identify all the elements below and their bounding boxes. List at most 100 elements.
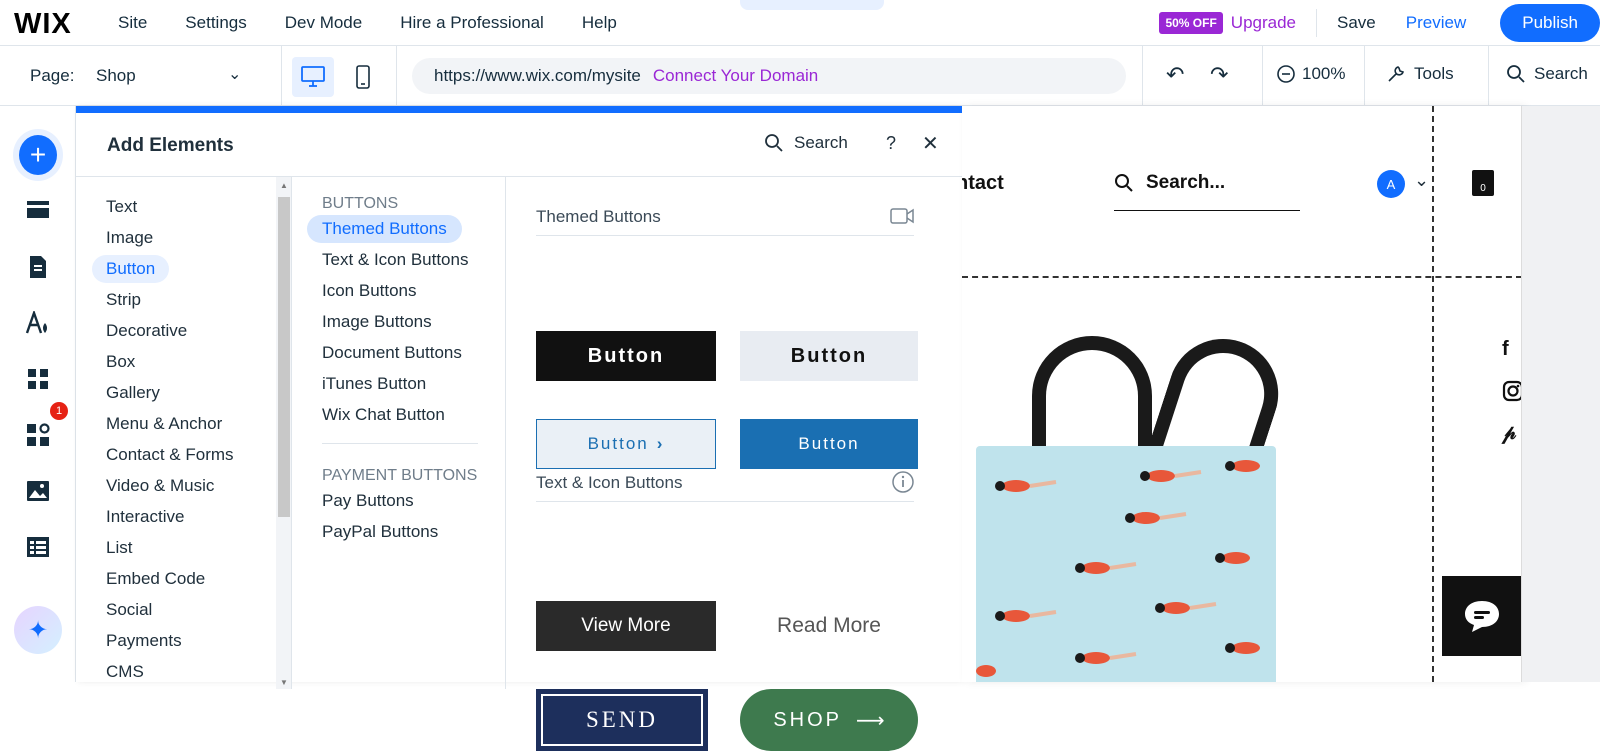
toolbar-search-button[interactable]: Search xyxy=(1506,64,1588,84)
menu-site[interactable]: Site xyxy=(118,13,147,33)
product-image[interactable] xyxy=(976,446,1276,682)
theme-icon xyxy=(25,311,47,334)
category-item[interactable]: Box xyxy=(92,348,149,376)
upgrade-link[interactable]: Upgrade xyxy=(1231,13,1296,33)
site-url: https://www.wix.com/mysite xyxy=(434,66,641,85)
themed-button-preview[interactable]: Button › xyxy=(536,419,716,469)
avatar[interactable]: A xyxy=(1377,170,1405,198)
subcategory-item[interactable]: Themed Buttons xyxy=(307,215,462,243)
site-nav-item[interactable]: ntact xyxy=(962,172,1004,195)
url-bar: https://www.wix.com/mysite Connect Your … xyxy=(412,58,1126,94)
category-item[interactable]: Button xyxy=(92,255,170,283)
category-item[interactable]: List xyxy=(92,534,146,562)
chat-button[interactable] xyxy=(1442,576,1521,656)
instagram-icon[interactable] xyxy=(1502,380,1522,402)
category-item[interactable]: Social xyxy=(92,596,166,624)
publish-button[interactable]: Publish xyxy=(1500,4,1600,42)
scroll-down-icon[interactable]: ▼ xyxy=(280,678,288,687)
zoom-control[interactable]: 100% xyxy=(1276,64,1345,84)
category-scrollbar[interactable]: ▲ ▼ xyxy=(276,177,292,689)
subcategory-item[interactable]: PayPal Buttons xyxy=(307,518,453,546)
divider xyxy=(1488,46,1489,106)
themed-button-preview[interactable]: Button xyxy=(536,331,716,381)
save-button[interactable]: Save xyxy=(1337,13,1376,33)
apps-button[interactable] xyxy=(19,360,57,398)
cart-icon[interactable]: 0 xyxy=(1472,170,1494,196)
facebook-icon[interactable]: f xyxy=(1502,338,1509,361)
site-search-box[interactable]: Search... xyxy=(1114,172,1225,194)
category-item[interactable]: Menu & Anchor xyxy=(92,410,236,438)
category-item[interactable]: Text xyxy=(92,193,151,221)
menu-hire-professional[interactable]: Hire a Professional xyxy=(400,13,544,33)
site-search-placeholder: Search... xyxy=(1146,172,1226,193)
toolbar-search-label: Search xyxy=(1534,64,1588,83)
video-icon[interactable] xyxy=(890,207,914,225)
chevron-right-icon: › xyxy=(656,434,665,453)
undo-icon[interactable]: ↶ xyxy=(1166,62,1184,88)
divider xyxy=(536,501,914,502)
panel-search-button[interactable]: Search xyxy=(764,133,848,153)
sections-button[interactable] xyxy=(19,192,57,230)
collapse-notch[interactable] xyxy=(740,0,884,10)
media-button[interactable] xyxy=(19,472,57,510)
subcategory-item[interactable]: Pay Buttons xyxy=(307,487,429,515)
text-icon-button-preview[interactable]: Read More xyxy=(740,601,918,651)
wrench-icon xyxy=(1388,66,1404,82)
redo-icon[interactable]: ↷ xyxy=(1210,62,1228,88)
divider xyxy=(1142,46,1143,106)
subcategory-item[interactable]: Wix Chat Button xyxy=(307,401,460,429)
themed-button-preview[interactable]: Button xyxy=(740,419,918,469)
divider xyxy=(536,235,914,236)
menu-help[interactable]: Help xyxy=(582,13,617,33)
category-item[interactable]: Contact & Forms xyxy=(92,441,248,469)
canvas-outer-area xyxy=(1522,106,1600,682)
pinterest-icon[interactable]: 𝓅 xyxy=(1502,422,1516,445)
business-apps-button[interactable] xyxy=(19,416,57,454)
menu-dev-mode[interactable]: Dev Mode xyxy=(285,13,362,33)
menu-settings[interactable]: Settings xyxy=(185,13,246,33)
category-item[interactable]: Gallery xyxy=(92,379,174,407)
ai-assistant-button[interactable]: ✦ xyxy=(14,606,62,654)
button-label: SHOP xyxy=(773,708,842,731)
preview-button[interactable]: Preview xyxy=(1406,13,1466,33)
subcategory-item[interactable]: Document Buttons xyxy=(307,339,477,367)
main-menu: Site Settings Dev Mode Hire a Profession… xyxy=(118,0,655,46)
design-button[interactable] xyxy=(19,304,57,342)
subcategory-item[interactable]: Icon Buttons xyxy=(307,277,432,305)
mobile-view-button[interactable] xyxy=(348,57,378,97)
help-icon[interactable]: ? xyxy=(886,133,896,154)
page-selector[interactable]: Shop xyxy=(96,66,136,86)
text-icon-button-preview[interactable]: SEND xyxy=(536,689,708,751)
pages-button[interactable] xyxy=(19,248,57,286)
chevron-down-icon[interactable]: ⌄ xyxy=(1414,170,1429,191)
connect-domain-link[interactable]: Connect Your Domain xyxy=(653,66,818,86)
scroll-up-icon[interactable]: ▲ xyxy=(280,181,288,190)
chevron-down-icon[interactable]: ⌄ xyxy=(228,64,241,84)
payment-buttons-header: PAYMENT BUTTONS xyxy=(322,467,478,484)
subcategory-item[interactable]: iTunes Button xyxy=(307,370,441,398)
cms-button[interactable] xyxy=(19,528,57,566)
desktop-view-button[interactable] xyxy=(292,57,334,97)
text-icon-button-preview[interactable]: View More xyxy=(536,601,716,651)
category-item[interactable]: Image xyxy=(92,224,167,252)
add-elements-button[interactable]: + xyxy=(19,135,57,175)
themed-button-preview[interactable]: Button xyxy=(740,331,918,381)
subcategory-item[interactable]: Image Buttons xyxy=(307,308,447,336)
wix-logo[interactable]: WIX xyxy=(14,8,72,41)
category-item[interactable]: Payments xyxy=(92,627,196,655)
category-item[interactable]: Strip xyxy=(92,286,155,314)
sparkle-icon: ✦ xyxy=(14,606,62,654)
text-icon-button-preview[interactable]: SHOP ⟶ xyxy=(740,689,918,751)
category-item[interactable]: Video & Music xyxy=(92,472,228,500)
long-arrow-icon: ⟶ xyxy=(856,709,885,732)
close-icon[interactable]: ✕ xyxy=(922,131,939,156)
scroll-thumb[interactable] xyxy=(278,197,290,517)
category-item[interactable]: Decorative xyxy=(92,317,201,345)
tools-button[interactable]: Tools xyxy=(1386,64,1454,84)
info-icon[interactable] xyxy=(892,471,914,493)
add-elements-panel: Add Elements Search ? ✕ Text Image Butto… xyxy=(76,106,962,751)
category-item[interactable]: Embed Code xyxy=(92,565,219,593)
category-item[interactable]: Interactive xyxy=(92,503,198,531)
subcategory-item[interactable]: Text & Icon Buttons xyxy=(307,246,483,274)
zoom-value: 100% xyxy=(1302,64,1346,83)
